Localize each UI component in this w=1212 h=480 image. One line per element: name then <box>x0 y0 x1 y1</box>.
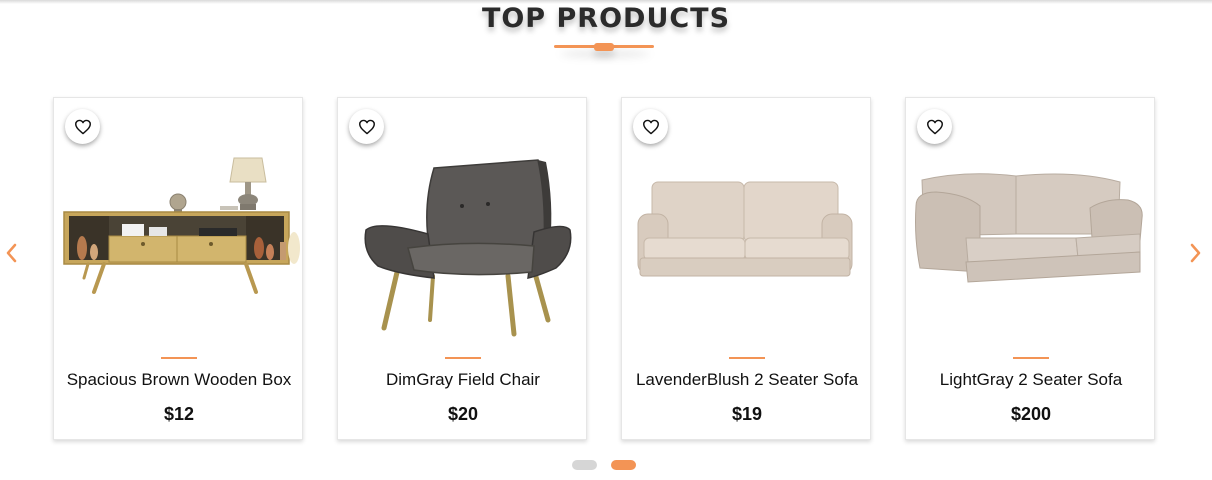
wishlist-button[interactable] <box>917 109 952 144</box>
wishlist-button[interactable] <box>349 109 384 144</box>
product-price: $12 <box>163 404 195 424</box>
carousel-prev-button[interactable] <box>0 240 22 266</box>
wishlist-button[interactable] <box>65 109 100 144</box>
card-accent-line <box>445 357 481 359</box>
product-image-armchair[interactable] <box>338 148 588 348</box>
product-price: $200 <box>1010 404 1052 424</box>
heart-outline-icon <box>74 119 91 134</box>
product-price: $19 <box>731 404 763 424</box>
product-card[interactable]: Spacious Brown Wooden Box $12 <box>53 97 303 440</box>
heart-outline-icon <box>926 119 943 134</box>
title-underline-shadow <box>560 50 650 58</box>
card-accent-line <box>1013 357 1049 359</box>
product-image-tv-stand[interactable] <box>54 148 304 348</box>
product-name[interactable]: LightGray 2 Seater Sofa <box>906 370 1156 390</box>
heart-outline-icon <box>358 119 375 134</box>
heart-outline-icon <box>642 119 659 134</box>
wishlist-button[interactable] <box>633 109 668 144</box>
card-accent-line <box>161 357 197 359</box>
chevron-right-icon <box>1190 243 1201 263</box>
carousel-pagination <box>572 460 636 470</box>
product-image-sofa[interactable] <box>622 148 872 348</box>
product-card[interactable]: LightGray 2 Seater Sofa $200 <box>905 97 1155 440</box>
product-card[interactable]: DimGray Field Chair $20 <box>337 97 587 440</box>
product-name[interactable]: LavenderBlush 2 Seater Sofa <box>622 370 872 390</box>
pagination-dot-2-active[interactable] <box>611 460 636 470</box>
product-card[interactable]: LavenderBlush 2 Seater Sofa $19 <box>621 97 871 440</box>
product-name[interactable]: DimGray Field Chair <box>338 370 588 390</box>
card-accent-line <box>729 357 765 359</box>
chevron-left-icon <box>6 243 17 263</box>
product-name[interactable]: Spacious Brown Wooden Box <box>54 370 304 390</box>
product-price: $20 <box>447 404 479 424</box>
title-underline-accent <box>594 43 614 51</box>
product-image-sofa[interactable] <box>906 148 1156 348</box>
section-title: TOP PRODUCTS <box>481 3 731 34</box>
pagination-dot-1[interactable] <box>572 460 597 470</box>
carousel-next-button[interactable] <box>1185 240 1207 266</box>
